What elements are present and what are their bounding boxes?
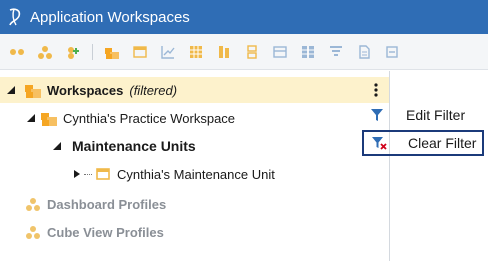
maintenance-unit-icon <box>94 165 112 183</box>
dashboard-profiles-label: Dashboard Profiles <box>47 196 167 212</box>
tree-node-practice-workspace[interactable]: Cynthia's Practice Workspace <box>0 105 235 131</box>
group-icon[interactable] <box>6 41 28 63</box>
funnel-icon[interactable] <box>325 41 347 63</box>
component-icon[interactable] <box>241 41 263 63</box>
filter-context-menu: Edit Filter Clear Filter <box>362 100 488 160</box>
filtered-status: (filtered) <box>129 82 178 98</box>
tree-node-dashboard-profiles[interactable]: Dashboard Profiles <box>0 191 166 217</box>
workspace-icon <box>40 109 58 127</box>
maintenance-unit-label: Cynthia's Maintenance Unit <box>117 166 275 182</box>
tree-node-maintenance-units[interactable]: Maintenance Units <box>0 133 196 159</box>
kebab-menu-icon[interactable] <box>373 81 379 99</box>
cube-view-profiles-label: Cube View Profiles <box>47 224 164 240</box>
clear-filter-menu-item[interactable]: Clear Filter <box>362 130 484 156</box>
edit-filter-menu-item[interactable]: Edit Filter <box>362 102 484 128</box>
expand-arrow-icon[interactable] <box>24 111 38 125</box>
dashboard-icon[interactable] <box>129 41 151 63</box>
add-group-icon[interactable] <box>62 41 84 63</box>
tree-node-workspaces[interactable]: Workspaces (filtered) <box>0 77 389 103</box>
collapse-arrow-icon[interactable] <box>70 167 84 181</box>
tree-node-cube-view-profiles[interactable]: Cube View Profiles <box>0 219 164 245</box>
workspaces-icon <box>24 81 42 99</box>
tree-connector <box>84 173 92 175</box>
filter-icon <box>362 102 392 128</box>
cube-view-icon[interactable] <box>213 41 235 63</box>
toolbar-separator <box>92 43 93 60</box>
workspaces-label: Workspaces <box>47 82 124 98</box>
edit-filter-label: Edit Filter <box>406 107 466 123</box>
chart-icon[interactable] <box>157 41 179 63</box>
more-icon[interactable] <box>381 41 403 63</box>
maintenance-units-label: Maintenance Units <box>72 138 196 154</box>
grid-icon[interactable] <box>185 41 207 63</box>
document-icon[interactable] <box>353 41 375 63</box>
expand-arrow-icon[interactable] <box>4 83 18 97</box>
toolbar <box>0 34 488 70</box>
expand-arrow-icon[interactable] <box>50 139 64 153</box>
practice-workspace-label: Cynthia's Practice Workspace <box>63 110 236 126</box>
filter-tree-icon[interactable] <box>297 41 319 63</box>
table-icon[interactable] <box>269 41 291 63</box>
profile-group-icon <box>24 195 42 213</box>
workspace-tree: Workspaces (filtered) Cynthia's Practice… <box>0 71 390 261</box>
app-logo-icon <box>0 0 30 34</box>
clear-filter-icon <box>364 130 394 156</box>
window-title: Application Workspaces <box>30 8 190 26</box>
tree-node-maintenance-unit[interactable]: Cynthia's Maintenance Unit <box>0 161 275 187</box>
group-split-icon[interactable] <box>34 41 56 63</box>
profile-group-icon <box>24 223 42 241</box>
clear-filter-label: Clear Filter <box>408 135 477 151</box>
workspace-icon[interactable] <box>101 41 123 63</box>
title-bar: Application Workspaces <box>0 0 488 34</box>
